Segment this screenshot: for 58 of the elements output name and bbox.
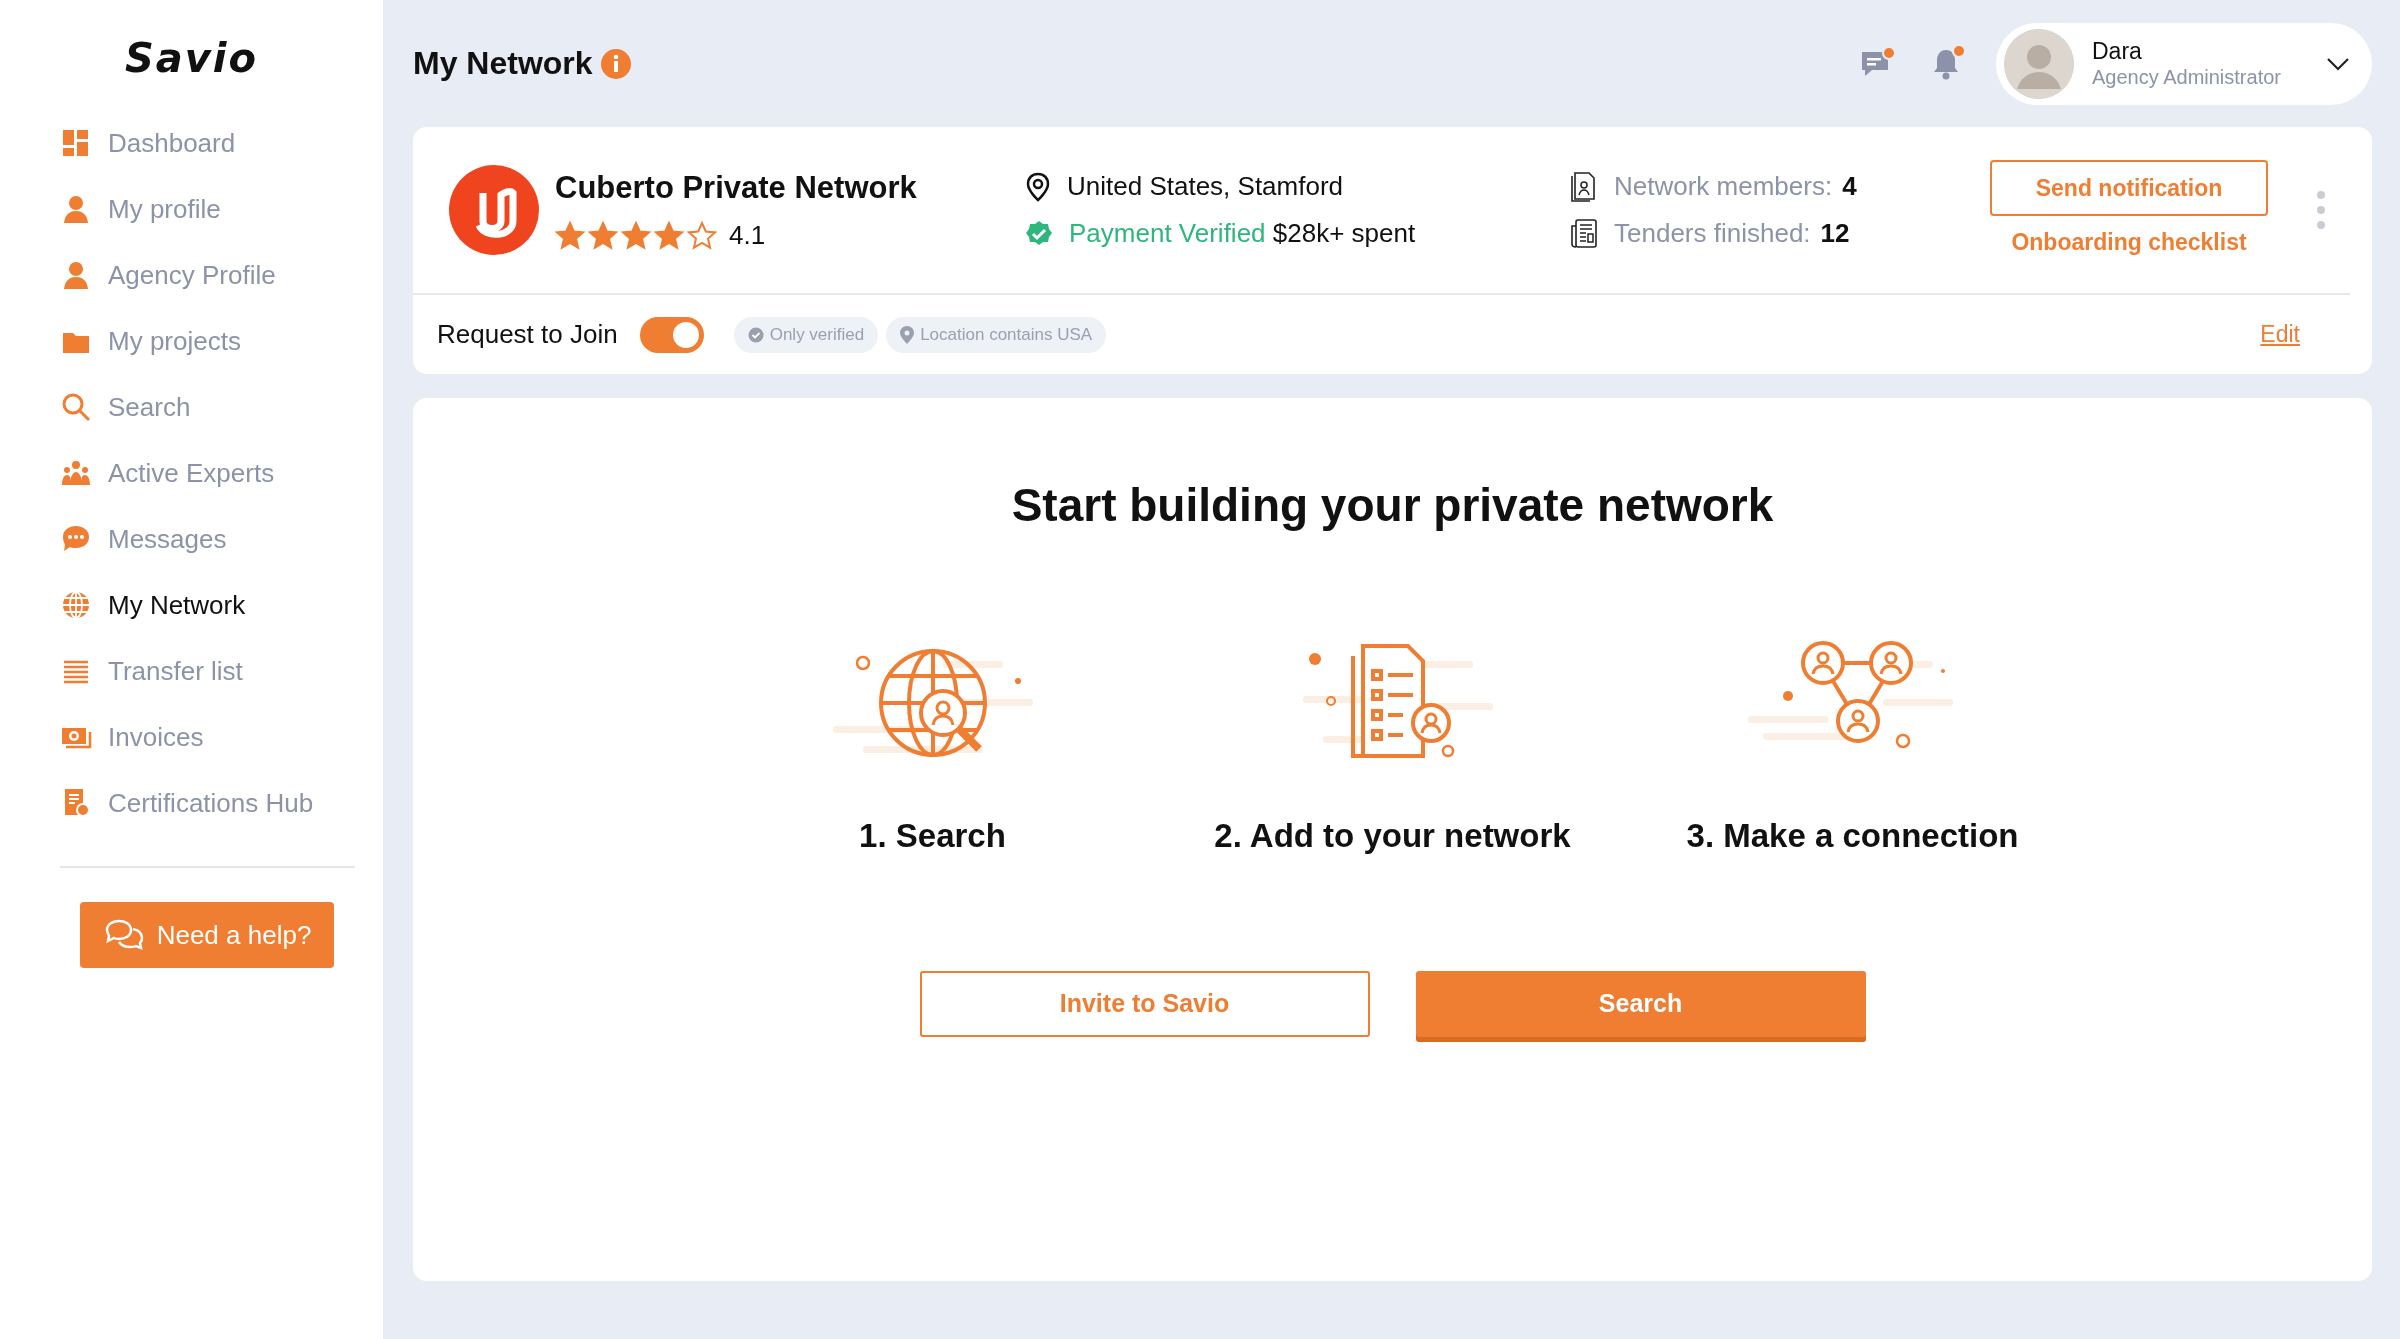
- chevron-down-icon[interactable]: [2326, 56, 2350, 71]
- newspaper-icon: [1570, 217, 1598, 250]
- sidebar-item[interactable]: My profile: [0, 176, 383, 242]
- request-to-join-toggle[interactable]: [639, 316, 704, 353]
- verified-badge-icon: [1025, 219, 1053, 248]
- sidebar-item[interactable]: Transfer list: [0, 638, 383, 704]
- sidebar-item[interactable]: Active Experts: [0, 440, 383, 506]
- network-logo-icon: [449, 165, 539, 255]
- spent-amount: $28k+ spent: [1272, 218, 1416, 248]
- verified-badge-icon: [747, 326, 764, 343]
- user-role: Agency Administrator: [2092, 65, 2282, 91]
- sidebar-item[interactable]: Dashboard: [0, 110, 383, 176]
- more-options-icon[interactable]: [2316, 190, 2326, 230]
- sidebar-item[interactable]: Messages: [0, 506, 383, 572]
- star-filled-icon: [654, 220, 684, 250]
- globe-icon: [60, 589, 92, 621]
- sidebar-item[interactable]: Certifications Hub: [0, 770, 383, 836]
- step-label: 3. Make a connection: [1686, 816, 2019, 857]
- star-filled-icon: [621, 220, 651, 250]
- rating-value: 4.1: [729, 218, 766, 252]
- avatar-icon: [2004, 28, 2074, 99]
- onboarding-checklist-link[interactable]: Onboarding checklist: [2005, 223, 2253, 261]
- stat-label: Network members:: [1614, 170, 1833, 203]
- request-to-join-label: Request to Join: [437, 318, 618, 351]
- filter-chip: Location contains USA: [886, 316, 1107, 353]
- star-outline-icon: [687, 220, 717, 250]
- sidebar-item[interactable]: Search: [0, 374, 383, 440]
- edit-link[interactable]: Edit: [2254, 316, 2306, 353]
- sidebar-item[interactable]: My projects: [0, 308, 383, 374]
- location-pin-icon: [1025, 171, 1051, 202]
- payment-status: Payment Verified: [1069, 218, 1266, 248]
- step-label: 1. Search: [859, 816, 1006, 857]
- sidebar-item[interactable]: My Network: [0, 572, 383, 638]
- sidebar-item[interactable]: Agency Profile: [0, 242, 383, 308]
- location-text: United States, Stamford: [1067, 170, 1344, 203]
- invite-button[interactable]: Invite to Savio: [919, 970, 1370, 1037]
- empty-state-title: Start building your private network: [1011, 478, 1774, 533]
- stat-value: 12: [1820, 217, 1850, 250]
- stat-label: Tenders finished:: [1614, 217, 1811, 250]
- page-title: My Network: [413, 44, 593, 83]
- step-label: 2. Add to your network: [1214, 816, 1571, 857]
- star-filled-icon: [555, 220, 585, 250]
- chat-icon[interactable]: [1860, 49, 1890, 78]
- search-icon: [60, 391, 92, 423]
- logo: Savio: [123, 34, 260, 83]
- bell-icon[interactable]: [1932, 47, 1960, 80]
- network-name: Cuberto Private Network: [555, 169, 918, 208]
- location-pin-icon: [900, 325, 915, 344]
- user-menu[interactable]: Dara Agency Administrator: [1996, 22, 2372, 105]
- sidebar-item[interactable]: Invoices: [0, 704, 383, 770]
- stat-value: 4: [1842, 170, 1857, 203]
- help-button[interactable]: Need a help?: [80, 902, 334, 968]
- star-filled-icon: [588, 220, 618, 250]
- filter-chip: Only verified: [733, 316, 879, 353]
- send-notification-button[interactable]: Send notification: [1990, 159, 2268, 216]
- info-icon[interactable]: [600, 48, 631, 79]
- document-person-icon: [1570, 170, 1598, 203]
- user-name: Dara: [2092, 36, 2143, 66]
